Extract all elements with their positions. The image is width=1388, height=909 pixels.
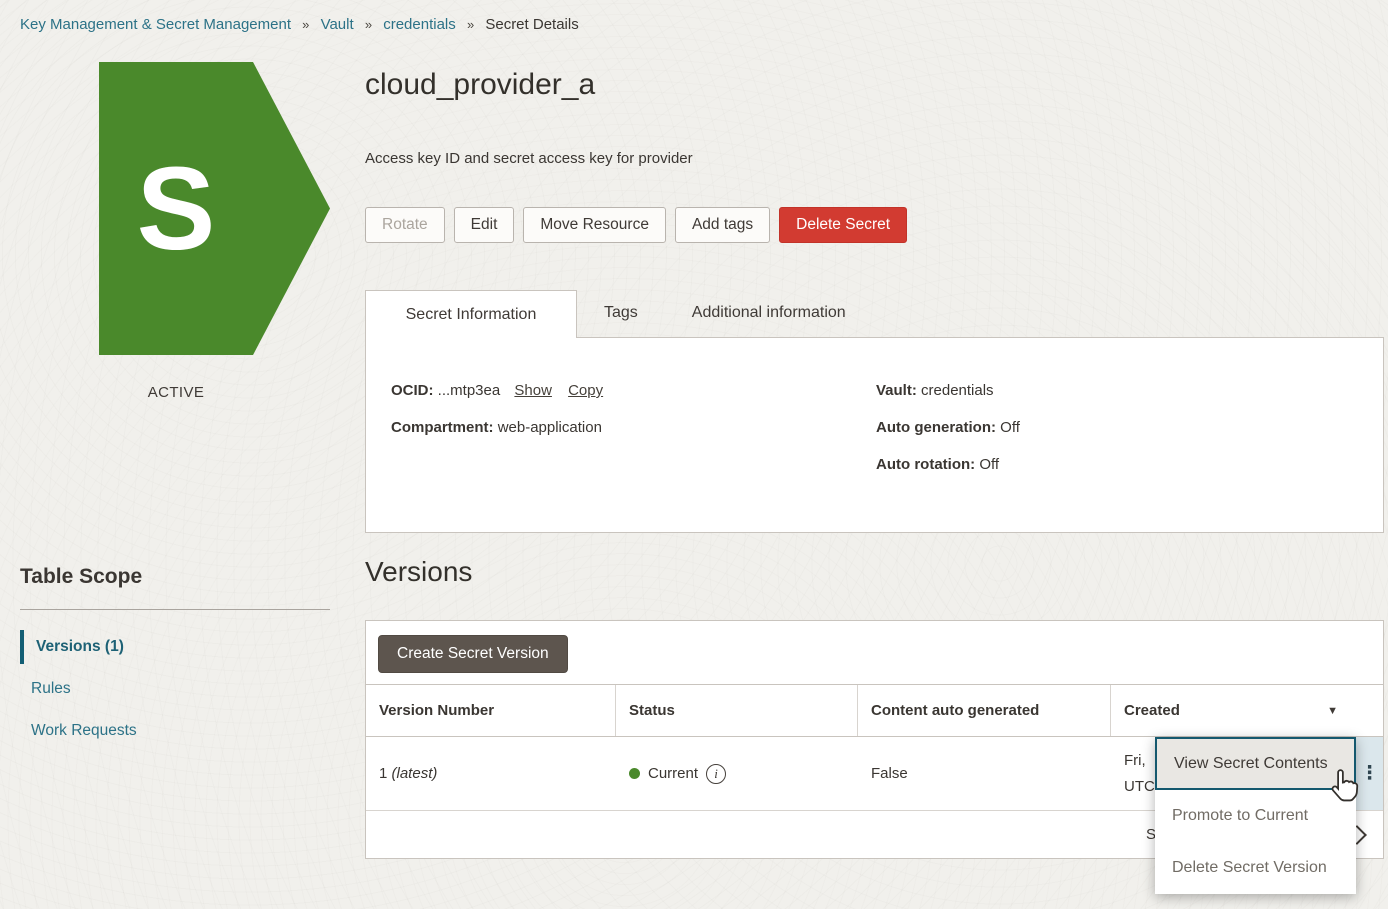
table-scope-title: Table Scope bbox=[20, 565, 142, 589]
breadcrumb-separator: » bbox=[365, 17, 372, 32]
vault-label: Vault: bbox=[876, 382, 917, 399]
edit-button[interactable]: Edit bbox=[454, 207, 515, 243]
version-latest-suffix: (latest) bbox=[392, 765, 438, 782]
cell-status: Current i bbox=[616, 764, 858, 784]
status-text: Current bbox=[648, 765, 698, 782]
tab-additional-information[interactable]: Additional information bbox=[665, 290, 873, 338]
action-buttons: Rotate Edit Move Resource Add tags Delet… bbox=[365, 207, 907, 243]
ocid-label: OCID: bbox=[391, 382, 434, 399]
tab-secret-information[interactable]: Secret Information bbox=[365, 290, 577, 338]
breadcrumb: Key Management & Secret Management » Vau… bbox=[20, 16, 579, 33]
ocid-value: ...mtp3ea bbox=[438, 382, 501, 399]
sort-descending-icon[interactable]: ▼ bbox=[1327, 705, 1338, 717]
version-number: 1 bbox=[379, 765, 387, 782]
secret-icon-letter: S bbox=[137, 150, 216, 268]
cell-version-number: 1 (latest) bbox=[366, 765, 616, 782]
tab-bar: Secret Information Tags Additional infor… bbox=[365, 290, 873, 338]
menu-item-delete-secret-version[interactable]: Delete Secret Version bbox=[1155, 842, 1356, 894]
compartment-label: Compartment: bbox=[391, 419, 494, 436]
menu-item-view-secret-contents[interactable]: View Secret Contents bbox=[1155, 737, 1356, 790]
info-icon[interactable]: i bbox=[706, 764, 726, 784]
cell-content-auto-generated: False bbox=[858, 765, 1111, 782]
menu-item-promote-to-current[interactable]: Promote to Current bbox=[1155, 790, 1356, 842]
secret-hexagon-icon: S bbox=[22, 62, 330, 355]
info-column-left: OCID: ...mtp3ea Show Copy Compartment: w… bbox=[391, 382, 603, 456]
ocid-show-link[interactable]: Show bbox=[514, 382, 552, 399]
auto-rotation-value: Off bbox=[979, 456, 999, 473]
delete-secret-button[interactable]: Delete Secret bbox=[779, 207, 907, 243]
auto-generation-label: Auto generation: bbox=[876, 419, 996, 436]
create-secret-version-button[interactable]: Create Secret Version bbox=[378, 635, 568, 673]
breadcrumb-current: Secret Details bbox=[485, 16, 578, 33]
column-header-created-label: Created bbox=[1124, 702, 1180, 719]
vault-value: credentials bbox=[921, 382, 994, 399]
row-actions-kebab-button[interactable]: ⋮ bbox=[1356, 737, 1383, 810]
versions-heading: Versions bbox=[365, 556, 472, 588]
kebab-icon: ⋮ bbox=[1360, 762, 1379, 785]
table-header-row: Version Number Status Content auto gener… bbox=[366, 684, 1383, 737]
status-dot-icon bbox=[629, 768, 640, 779]
breadcrumb-link-vault[interactable]: Vault bbox=[321, 16, 354, 33]
status-badge: ACTIVE bbox=[22, 384, 330, 401]
move-resource-button[interactable]: Move Resource bbox=[523, 207, 666, 243]
column-header-content-auto-generated[interactable]: Content auto generated bbox=[858, 685, 1111, 736]
page-title: cloud_provider_a bbox=[365, 68, 595, 102]
breadcrumb-separator: » bbox=[302, 17, 309, 32]
info-column-right: Vault: credentials Auto generation: Off … bbox=[876, 382, 1020, 493]
page-description: Access key ID and secret access key for … bbox=[365, 150, 693, 167]
auto-generation-value: Off bbox=[1000, 419, 1020, 436]
breadcrumb-link-credentials[interactable]: credentials bbox=[383, 16, 456, 33]
sidebar-item-rules[interactable]: Rules bbox=[20, 672, 330, 706]
sidebar-divider bbox=[20, 609, 330, 610]
column-header-status[interactable]: Status bbox=[616, 685, 858, 736]
tab-tags[interactable]: Tags bbox=[577, 290, 665, 338]
row-context-menu: View Secret Contents Promote to Current … bbox=[1155, 737, 1356, 894]
breadcrumb-separator: » bbox=[467, 17, 474, 32]
sidebar-nav: Versions (1) Rules Work Requests bbox=[20, 630, 330, 756]
sidebar-item-versions[interactable]: Versions (1) bbox=[20, 630, 330, 664]
secret-information-panel: OCID: ...mtp3ea Show Copy Compartment: w… bbox=[365, 337, 1384, 533]
table-toolbar: Create Secret Version bbox=[366, 621, 1383, 684]
add-tags-button[interactable]: Add tags bbox=[675, 207, 770, 243]
compartment-value: web-application bbox=[498, 419, 602, 436]
sidebar-item-work-requests[interactable]: Work Requests bbox=[20, 714, 330, 748]
rotate-button[interactable]: Rotate bbox=[365, 207, 445, 243]
ocid-copy-link[interactable]: Copy bbox=[568, 382, 603, 399]
column-header-version-number[interactable]: Version Number bbox=[366, 685, 616, 736]
breadcrumb-link-key-management[interactable]: Key Management & Secret Management bbox=[20, 16, 291, 33]
auto-rotation-label: Auto rotation: bbox=[876, 456, 975, 473]
column-header-created[interactable]: Created ▼ bbox=[1111, 685, 1383, 736]
